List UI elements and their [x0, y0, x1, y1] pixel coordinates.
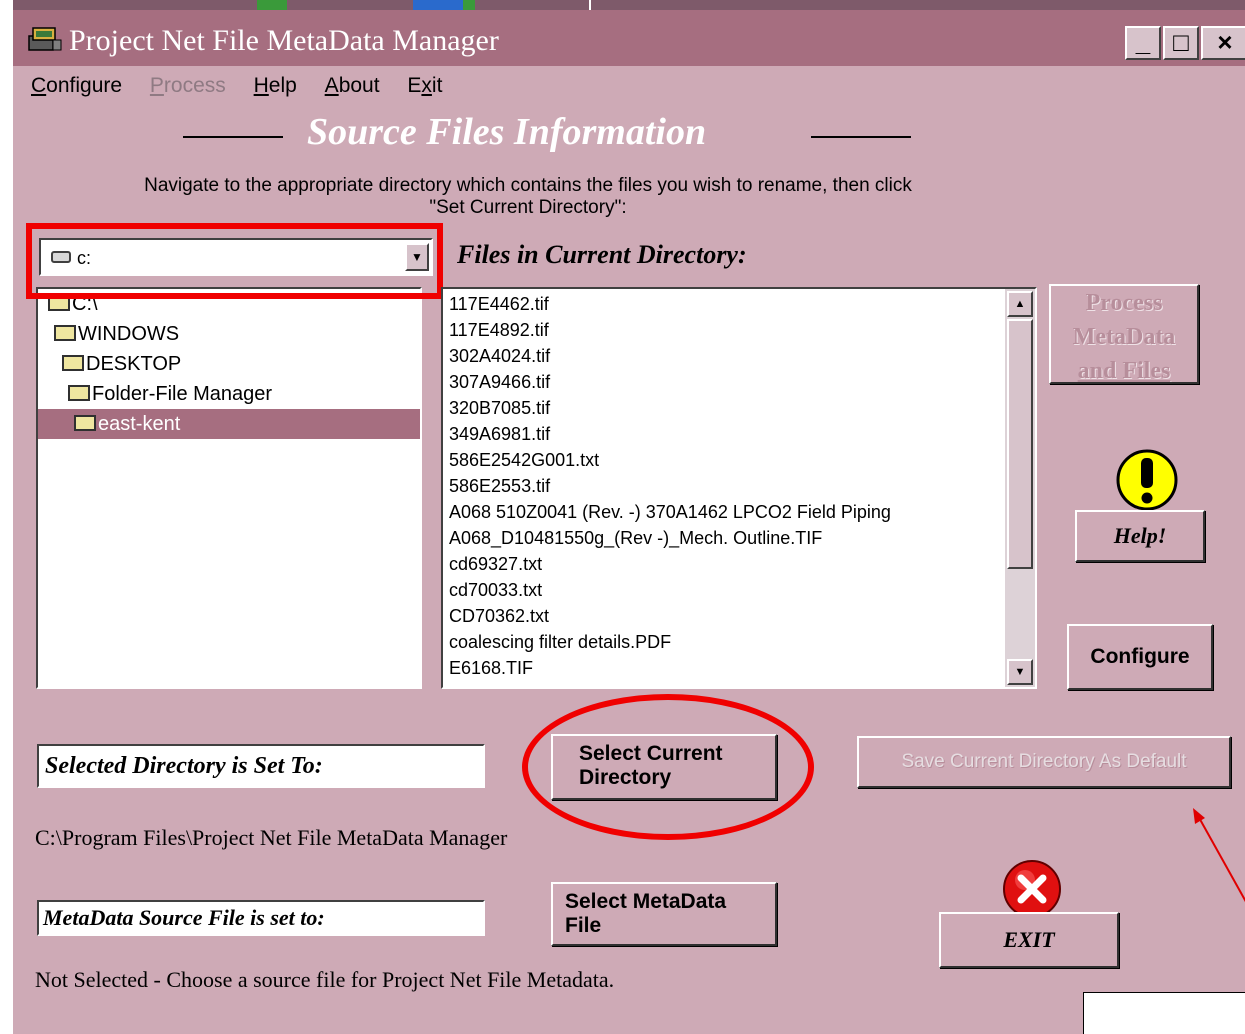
- file-item[interactable]: CD70362.txt: [449, 603, 549, 629]
- folder-open-icon: [74, 414, 96, 431]
- file-item[interactable]: coalescing filter details.PDF: [449, 629, 671, 655]
- tree-item-folder-file-manager[interactable]: Folder-File Manager: [68, 379, 272, 409]
- file-item[interactable]: 586E2542G001.txt: [449, 447, 599, 473]
- tree-item-east-kent[interactable]: east-kent: [38, 409, 420, 439]
- file-item[interactable]: 117E4462.tif: [449, 291, 549, 317]
- annotation-rectangle: [26, 223, 443, 299]
- folder-open-icon: [54, 324, 76, 341]
- file-item[interactable]: 117E4892.tif: [449, 317, 549, 343]
- folder-open-icon: [68, 384, 90, 401]
- close-button[interactable]: ×: [1201, 26, 1245, 60]
- exit-icon: [1003, 860, 1061, 918]
- section-heading: Source Files Information: [183, 110, 923, 156]
- menu-exit[interactable]: Exit: [407, 74, 442, 98]
- title-bar: Project Net File MetaData Manager _ □ ×: [13, 10, 1245, 66]
- file-item[interactable]: cd69327.txt: [449, 551, 542, 577]
- annotation-arrow: [1193, 808, 1245, 903]
- selected-directory-label: Selected Directory is Set To:: [37, 744, 485, 788]
- metadata-source-label: MetaData Source File is set to:: [37, 900, 485, 936]
- corner-box: [1083, 992, 1245, 1034]
- tree-item-windows[interactable]: WINDOWS: [54, 319, 179, 349]
- tree-item-desktop[interactable]: DESKTOP: [62, 349, 181, 379]
- app-window: Project Net File MetaData Manager _ □ × …: [11, 0, 1245, 1034]
- minimize-button[interactable]: _: [1125, 26, 1161, 60]
- file-item[interactable]: 586E2553.tif: [449, 473, 550, 499]
- window-title: Project Net File MetaData Manager: [69, 24, 499, 57]
- scroll-up-icon[interactable]: ▲: [1007, 291, 1033, 317]
- file-item[interactable]: A068_D10481550g_(Rev -)_Mech. Outline.TI…: [449, 525, 822, 551]
- menu-bar: Configure Process Help About Exit: [31, 74, 464, 100]
- process-metadata-button[interactable]: Process MetaData and Files: [1049, 284, 1199, 384]
- menu-help[interactable]: Help: [254, 74, 297, 98]
- directory-tree[interactable]: C:\ WINDOWS DESKTOP Folder-File Manager …: [36, 287, 422, 689]
- scroll-thumb[interactable]: [1007, 319, 1033, 569]
- heading-rule-right: [811, 136, 911, 138]
- file-item[interactable]: 320B7085.tif: [449, 395, 550, 421]
- section-title: Source Files Information: [307, 111, 707, 153]
- file-list-scrollbar[interactable]: ▲ ▼: [1005, 289, 1035, 687]
- app-icon: [28, 27, 62, 51]
- annotation-ellipse: [522, 694, 814, 840]
- file-item[interactable]: 302A4024.tif: [449, 343, 550, 369]
- save-default-directory-button[interactable]: Save Current Directory As Default: [857, 736, 1231, 788]
- help-button[interactable]: Help!: [1075, 510, 1205, 562]
- select-metadata-file-button[interactable]: Select MetaData File: [551, 882, 777, 946]
- file-item[interactable]: A068 510Z0041 (Rev. -) 370A1462 LPCO2 Fi…: [449, 499, 891, 525]
- selected-directory-path: C:\Program Files\Project Net File MetaDa…: [35, 825, 508, 850]
- scroll-down-icon[interactable]: ▼: [1007, 659, 1033, 685]
- files-label: Files in Current Directory:: [457, 240, 747, 269]
- exit-button[interactable]: EXIT: [939, 912, 1119, 968]
- file-item[interactable]: E6168.TIF: [449, 655, 533, 681]
- file-item[interactable]: 349A6981.tif: [449, 421, 550, 447]
- file-item[interactable]: cd70033.txt: [449, 577, 542, 603]
- top-strip: [13, 0, 1245, 10]
- file-list[interactable]: 117E4462.tif 117E4892.tif 302A4024.tif 3…: [441, 287, 1037, 689]
- menu-about[interactable]: About: [325, 74, 380, 98]
- folder-open-icon: [62, 354, 84, 371]
- exclamation-icon: [1116, 449, 1178, 511]
- metadata-source-status: Not Selected - Choose a source file for …: [35, 967, 615, 992]
- heading-rule-left: [183, 136, 283, 138]
- menu-configure[interactable]: Configure: [31, 74, 122, 98]
- file-item[interactable]: 307A9466.tif: [449, 369, 550, 395]
- configure-button[interactable]: Configure: [1067, 624, 1213, 690]
- menu-process[interactable]: Process: [150, 74, 226, 98]
- maximize-button[interactable]: □: [1163, 26, 1199, 60]
- instruction-text: Navigate to the appropriate directory wh…: [144, 175, 912, 218]
